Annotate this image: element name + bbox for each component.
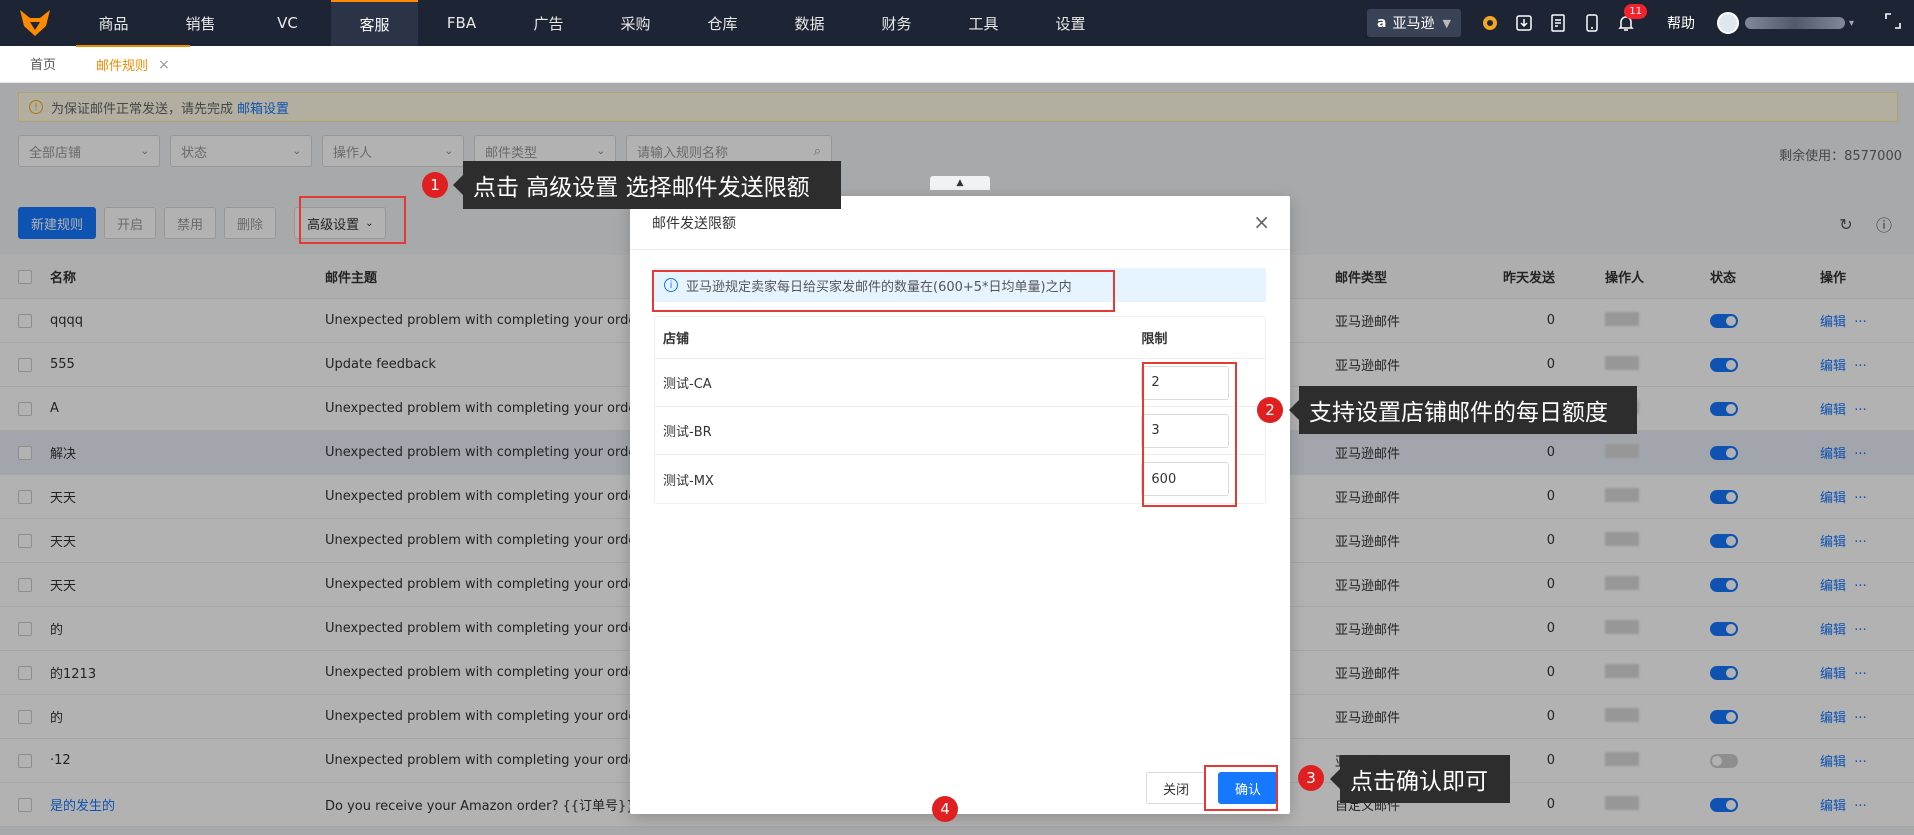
highlight-info-banner — [652, 270, 1115, 312]
download-icon[interactable] — [1513, 12, 1535, 34]
fox-logo-icon — [20, 10, 50, 36]
step-3-marker: 3 — [1298, 765, 1324, 791]
nav-item-0[interactable]: 商品 — [70, 0, 157, 46]
amazon-icon: a — [1377, 15, 1387, 31]
highlight-advanced-settings — [299, 196, 406, 244]
nav-item-5[interactable]: 广告 — [505, 0, 592, 46]
nav-item-1[interactable]: 销售 — [157, 0, 244, 46]
chevron-down-icon: ▾ — [1848, 17, 1854, 29]
document-icon[interactable] — [1547, 12, 1569, 34]
top-nav: 商品 销售 VC 客服 FBA 广告 采购 仓库 数据 财务 工具 设置 a 亚马逊 ▼ 11 帮助 … — [0, 0, 1914, 46]
highlight-confirm-button — [1204, 765, 1278, 811]
step-4-marker: 4 — [932, 796, 958, 822]
shop-name: 测试-BR — [663, 425, 712, 440]
close-button[interactable]: 关闭 — [1145, 772, 1206, 804]
nav-item-7[interactable]: 仓库 — [679, 0, 766, 46]
close-icon[interactable]: × — [1253, 210, 1270, 234]
step-2-marker: 2 — [1257, 397, 1283, 423]
mobile-icon[interactable] — [1581, 12, 1603, 34]
notification-badge: 11 — [1624, 4, 1647, 19]
tab-mail-rules-label: 邮件规则 — [96, 59, 149, 74]
fullscreen-icon[interactable] — [1884, 12, 1902, 34]
nav-item-9[interactable]: 财务 — [853, 0, 940, 46]
shop-name: 测试-CA — [663, 377, 712, 392]
step-3-callout: 点击确认即可 — [1330, 755, 1510, 803]
user-menu[interactable]: ▾ — [1716, 12, 1854, 34]
highlight-limit-inputs — [1142, 362, 1237, 507]
tab-home-label: 首页 — [30, 58, 57, 73]
username-blurred — [1744, 17, 1845, 29]
tab-home[interactable]: 首页 — [10, 45, 76, 82]
header-shop: 店铺 — [663, 332, 690, 347]
step-1-callout: 点击 高级设置 选择邮件发送限额 — [453, 161, 841, 209]
header-limit: 限制 — [1141, 332, 1168, 347]
logo[interactable] — [0, 0, 70, 46]
step-1-marker: 1 — [422, 172, 448, 198]
orange-status-icon[interactable] — [1479, 12, 1501, 34]
step-2-callout: 支持设置店铺邮件的每日额度 — [1289, 386, 1637, 434]
collapse-toggle[interactable]: ▲ — [930, 176, 990, 190]
marketplace-select[interactable]: a 亚马逊 ▼ — [1367, 9, 1461, 37]
nav-item-6[interactable]: 采购 — [592, 0, 679, 46]
limit-table-header: 店铺 限制 — [655, 317, 1265, 359]
avatar — [1716, 12, 1739, 34]
nav-item-2[interactable]: VC — [244, 0, 331, 46]
close-icon[interactable]: × — [158, 57, 170, 73]
chevron-down-icon: ▼ — [1442, 16, 1451, 30]
nav-item-4[interactable]: FBA — [418, 0, 505, 46]
nav-menu: 商品 销售 VC 客服 FBA 广告 采购 仓库 数据 财务 工具 设置 — [70, 0, 1114, 46]
nav-item-3[interactable]: 客服 — [331, 0, 418, 46]
page-tabs: 首页 邮件规则 × — [0, 45, 1914, 83]
bell-icon[interactable]: 11 — [1615, 4, 1647, 34]
tab-mail-rules[interactable]: 邮件规则 × — [76, 45, 190, 82]
nav-item-10[interactable]: 工具 — [940, 0, 1027, 46]
shop-name: 测试-MX — [663, 473, 714, 489]
nav-item-8[interactable]: 数据 — [766, 0, 853, 46]
marketplace-label: 亚马逊 — [1392, 16, 1435, 32]
nav-item-11[interactable]: 设置 — [1027, 0, 1114, 46]
help-link[interactable]: 帮助 — [1667, 13, 1695, 33]
